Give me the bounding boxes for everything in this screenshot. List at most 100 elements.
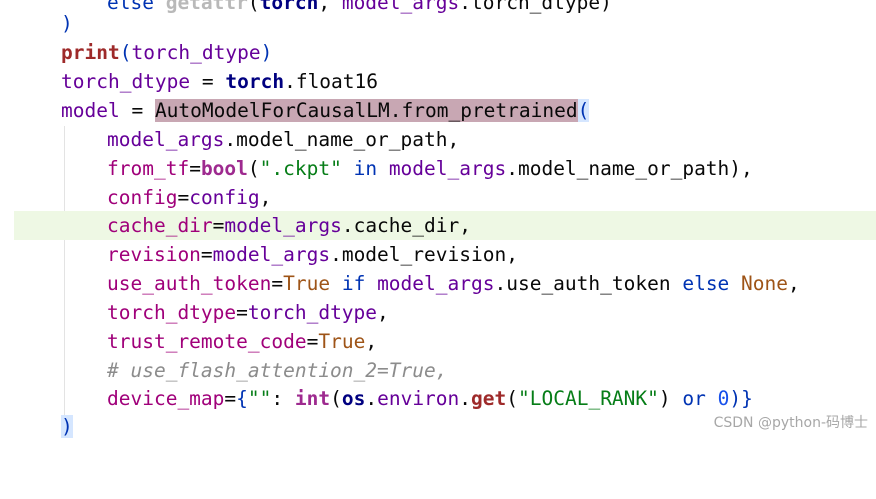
token: :	[271, 387, 295, 410]
token: )	[260, 41, 273, 64]
token-builtin: int	[294, 387, 331, 410]
token: .	[494, 272, 507, 295]
token: .	[330, 243, 342, 266]
code-line-13[interactable]: trust_remote_code=True,	[0, 327, 876, 356]
token-keyword: or	[682, 387, 706, 410]
token: ,	[377, 301, 389, 324]
token: )	[658, 387, 683, 410]
token: =	[119, 99, 155, 122]
token: .	[389, 99, 402, 122]
token-keyword: if	[330, 272, 378, 295]
code-line-5[interactable]: model = AutoModelForCausalLM.from_pretra…	[0, 96, 876, 125]
token: ,	[259, 186, 272, 209]
code-line-2[interactable]: )	[0, 9, 876, 38]
token-param: from_tf	[107, 157, 190, 180]
token: ,	[365, 330, 378, 353]
watermark: CSDN @python-码博士	[713, 415, 868, 431]
token: .	[284, 70, 296, 93]
token: =	[236, 301, 248, 324]
token-param: cache_dir	[107, 214, 213, 237]
token: model_args	[377, 272, 495, 295]
token: ,	[506, 243, 518, 266]
code-line-6[interactable]: model_args.model_name_or_path,	[0, 125, 876, 154]
token-string: "LOCAL_RANK"	[518, 387, 659, 410]
matched-bracket: )	[61, 415, 73, 438]
token-module: os	[341, 387, 366, 410]
token: =	[177, 186, 190, 209]
token: model_args	[388, 157, 507, 180]
highlighted-expression[interactable]: AutoModelForCausalLM.from_pretrained	[154, 99, 578, 122]
token-constant: True	[318, 330, 366, 353]
code-line-9-current[interactable]: cache_dir=model_args.cache_dir,	[14, 211, 876, 240]
token: =	[224, 387, 237, 410]
code-line-11[interactable]: use_auth_token=True if model_args.use_au…	[0, 269, 876, 298]
token-param: revision	[107, 243, 201, 266]
token-param: torch_dtype	[107, 301, 237, 324]
token: =	[306, 330, 319, 353]
token: ,	[788, 272, 800, 295]
token: (	[330, 387, 342, 410]
token: .	[506, 157, 518, 180]
code-line-12[interactable]: torch_dtype=torch_dtype,	[0, 298, 876, 327]
token: torch_dtype	[61, 70, 191, 93]
code-line-15[interactable]: device_map={"": int(os.environ.get("LOCA…	[0, 384, 876, 413]
token: cache_dir	[353, 214, 460, 237]
token: float16	[295, 70, 379, 93]
token: model_args	[107, 128, 225, 151]
token: =	[189, 157, 201, 180]
token-keyword: in	[341, 157, 389, 180]
token-comment: # use_flash_attention_2=True,	[107, 359, 448, 382]
token: .	[365, 387, 378, 410]
token-builtin: print	[61, 41, 120, 64]
token: model_args	[224, 214, 342, 237]
token-constant: None	[741, 272, 789, 295]
code-line-8[interactable]: config=config,	[0, 183, 876, 212]
token-constant: True	[283, 272, 331, 295]
token: torch_dtype	[131, 41, 261, 64]
code-line-14[interactable]: # use_flash_attention_2=True,	[0, 356, 876, 385]
token: {	[236, 387, 248, 410]
token-string: ""	[247, 387, 272, 410]
token: model_name_or_path	[236, 128, 448, 151]
token: )}	[729, 387, 753, 410]
closing-paren: )	[61, 12, 73, 35]
token: .	[341, 214, 354, 237]
token: .	[459, 387, 472, 410]
token: (	[247, 157, 260, 180]
token: =	[212, 214, 225, 237]
code-line-3[interactable]: print(torch_dtype)	[0, 38, 876, 67]
code-line-4[interactable]: torch_dtype = torch.float16	[0, 67, 876, 96]
token-string: ".ckpt"	[259, 157, 342, 180]
token-keyword: else	[670, 272, 742, 295]
token-param: use_auth_token	[107, 272, 272, 295]
token: model_name_or_path	[517, 157, 730, 180]
token-param: device_map	[107, 387, 225, 410]
token: model_revision	[341, 243, 507, 266]
token: model	[61, 99, 120, 122]
token: config	[189, 186, 260, 209]
code-editor[interactable]: else getattr(torch, model_args.torch_dty…	[0, 0, 876, 440]
token: ,	[447, 128, 460, 151]
token: (	[506, 387, 519, 410]
token-class: AutoModelForCausalLM	[154, 99, 390, 122]
token: =	[271, 272, 284, 295]
token: =	[200, 243, 213, 266]
token-module: torch	[225, 70, 285, 93]
token: model_args	[212, 243, 331, 266]
token: .	[224, 128, 237, 151]
token: (	[119, 41, 132, 64]
token: ),	[729, 157, 753, 180]
token-method: get	[471, 387, 507, 410]
token: use_auth_token	[506, 272, 671, 295]
code-line-10[interactable]: revision=model_args.model_revision,	[0, 240, 876, 269]
token: torch_dtype	[247, 301, 378, 324]
token-method: from_pretrained	[401, 99, 578, 122]
code-line-7[interactable]: from_tf=bool(".ckpt" in model_args.model…	[0, 154, 876, 183]
token-builtin: bool	[200, 157, 248, 180]
token-number: 0	[717, 387, 730, 410]
token: environ	[377, 387, 460, 410]
token-param: trust_remote_code	[107, 330, 307, 353]
matched-bracket: (	[577, 99, 590, 122]
token-param: config	[107, 186, 178, 209]
